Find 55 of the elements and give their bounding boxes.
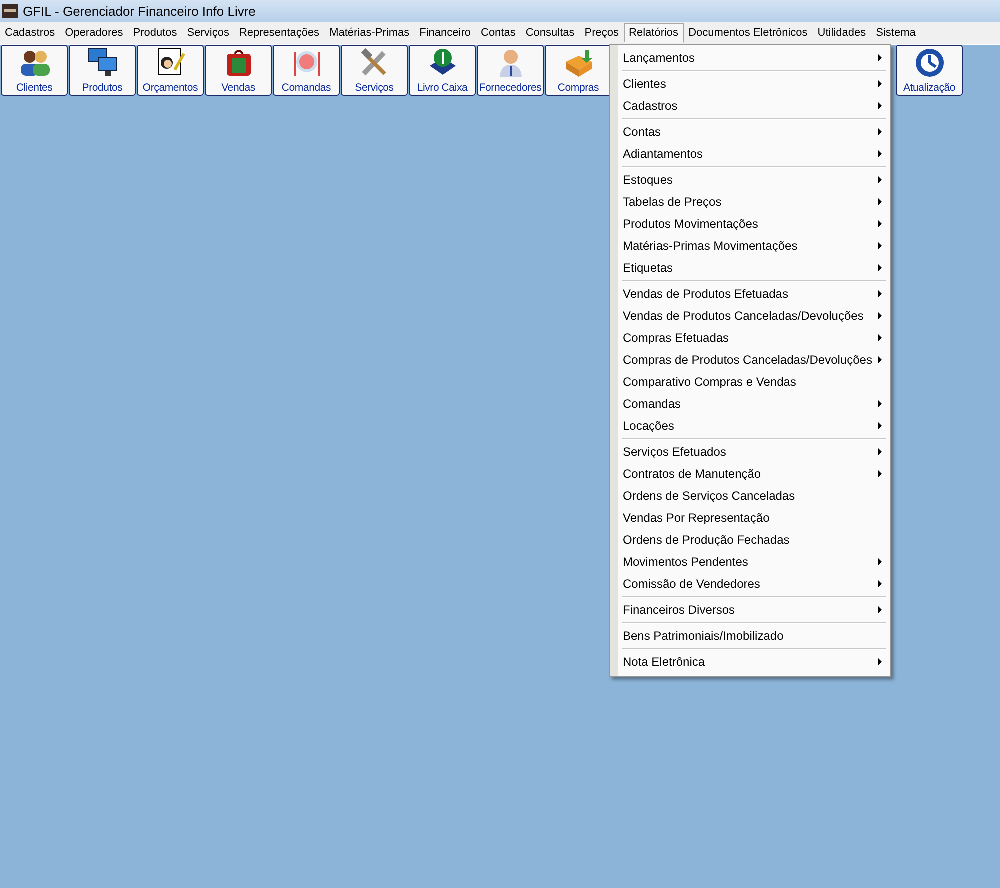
menu-item[interactable]: Vendas de Produtos Efetuadas	[612, 283, 888, 305]
menu-item[interactable]: Financeiro	[414, 23, 476, 43]
toolbar-button[interactable]: Atualização	[896, 45, 963, 96]
menu-item[interactable]: Bens Patrimoniais/Imobilizado	[612, 625, 888, 647]
menu-item[interactable]: Utilidades	[812, 23, 872, 43]
menu-item[interactable]: Comissão de Vendedores	[612, 573, 888, 595]
toolbar-button[interactable]: Fornecedores	[477, 45, 544, 96]
menu-item[interactable]: Nota Eletrônica	[612, 651, 888, 673]
menu-item[interactable]: Financeiros Diversos	[612, 599, 888, 621]
menu-item[interactable]: Operadores	[60, 23, 128, 43]
menu-item[interactable]: Vendas de Produtos Canceladas/Devoluções	[612, 305, 888, 327]
menu-item[interactable]: Adiantamentos	[612, 143, 888, 165]
menu-item[interactable]: Preços	[580, 23, 624, 43]
menu-item[interactable]: Tabelas de Preços	[612, 191, 888, 213]
menu-item[interactable]: Documentos Eletrônicos	[684, 23, 813, 43]
menu-item[interactable]: Estoques	[612, 169, 888, 191]
menu-item[interactable]: Comparativo Compras e Vendas	[612, 371, 888, 393]
toolbar-button[interactable]: Orçamentos	[137, 45, 204, 96]
menu-item[interactable]: Contas	[476, 23, 521, 43]
toolbar-button[interactable]: Comandas	[273, 45, 340, 96]
app-icon	[2, 3, 18, 19]
menu-item[interactable]: Vendas Por Representação	[612, 507, 888, 529]
menu-item[interactable]: Serviços	[182, 23, 234, 43]
menu-item[interactable]: Comandas	[612, 393, 888, 415]
toolbar-button[interactable]: Compras	[545, 45, 612, 96]
monitors-icon	[86, 48, 118, 78]
menu-item[interactable]: Compras Efetuadas	[612, 327, 888, 349]
menu-item[interactable]: Locações	[612, 415, 888, 437]
menu-item[interactable]: Consultas	[520, 23, 580, 43]
menu-item[interactable]: Sistema	[871, 23, 921, 43]
toolbar-button[interactable]: Livro Caixa	[409, 45, 476, 96]
menu-item[interactable]: Matérias-Primas Movimentações	[612, 235, 888, 257]
menu-item[interactable]: Compras de Produtos Canceladas/Devoluções	[612, 349, 888, 371]
toolbar-button[interactable]: Vendas	[205, 45, 272, 96]
window-title: GFIL - Gerenciador Financeiro Info Livre	[23, 4, 256, 18]
menu-item[interactable]: Ordens de Produção Fechadas	[612, 529, 888, 551]
toolbar-button[interactable]: Produtos	[69, 45, 136, 96]
menu-item[interactable]: Lançamentos	[612, 47, 888, 69]
menu-item[interactable]: Clientes	[612, 73, 888, 95]
people-icon	[18, 48, 50, 78]
menu-item[interactable]: Relatórios	[624, 23, 684, 43]
menu-item[interactable]: Representações	[234, 23, 325, 43]
menu-item[interactable]: Etiquetas	[612, 257, 888, 279]
menu-item[interactable]: Cadastros	[612, 95, 888, 117]
menu-item[interactable]: Produtos Movimentações	[612, 213, 888, 235]
menu-item[interactable]: Cadastros	[0, 23, 60, 43]
menu-item[interactable]: Ordens de Serviços Canceladas	[612, 485, 888, 507]
menu-item[interactable]: Contas	[612, 121, 888, 143]
toolbar-button[interactable]: Clientes	[1, 45, 68, 96]
menu-item[interactable]: Produtos	[128, 23, 182, 43]
menu-item[interactable]: Serviços Efetuados	[612, 441, 888, 463]
menu-item[interactable]: Contratos de Manutenção	[612, 463, 888, 485]
menu-item[interactable]: Matérias-Primas	[324, 23, 415, 43]
menu-item[interactable]: Movimentos Pendentes	[612, 551, 888, 573]
toolbar-button[interactable]: Serviços	[341, 45, 408, 96]
